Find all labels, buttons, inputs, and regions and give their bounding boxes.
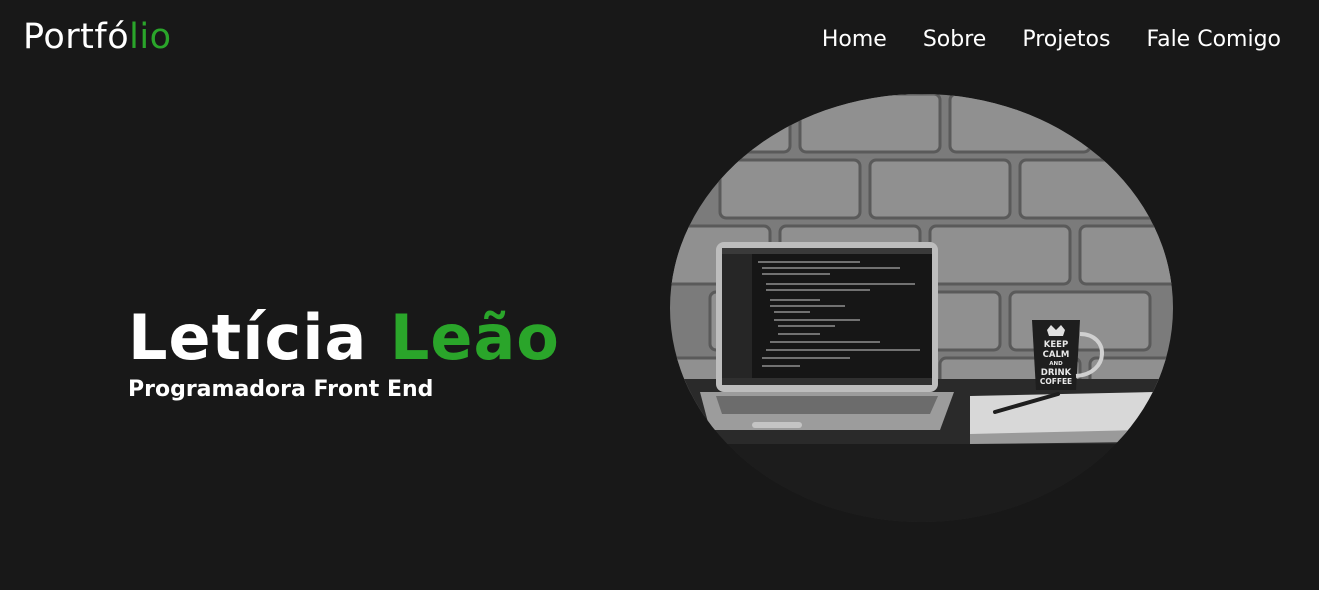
laptop-desk-illustration: KEEP CALM AND DRINK COFFEE bbox=[670, 94, 1173, 522]
hero-first-name: Letícia bbox=[128, 301, 368, 374]
laptop-keyboard bbox=[716, 396, 938, 414]
site-logo[interactable]: Portfólio bbox=[23, 15, 172, 59]
hero-role: Programadora Front End bbox=[128, 377, 434, 402]
logo-text-main: Portfó bbox=[23, 17, 130, 57]
nav-link-sobre[interactable]: Sobre bbox=[923, 24, 987, 56]
mug-text-and: AND bbox=[1049, 361, 1063, 367]
main-nav: Home Sobre Projetos Fale Comigo bbox=[786, 24, 1281, 56]
hero-photo: KEEP CALM AND DRINK COFFEE bbox=[670, 94, 1173, 522]
hero-name: Letícia Leão bbox=[128, 296, 560, 380]
mug-text-keep: KEEP bbox=[1044, 340, 1068, 350]
nav-link-projetos[interactable]: Projetos bbox=[1022, 24, 1110, 56]
logo-text-accent: lio bbox=[129, 17, 172, 57]
nav-link-home[interactable]: Home bbox=[822, 24, 887, 56]
hero-last-name: Leão bbox=[389, 301, 560, 374]
mug-text-calm: CALM bbox=[1043, 350, 1070, 360]
mug-text-coffee: COFFEE bbox=[1040, 377, 1072, 386]
nav-link-fale-comigo[interactable]: Fale Comigo bbox=[1146, 24, 1281, 56]
